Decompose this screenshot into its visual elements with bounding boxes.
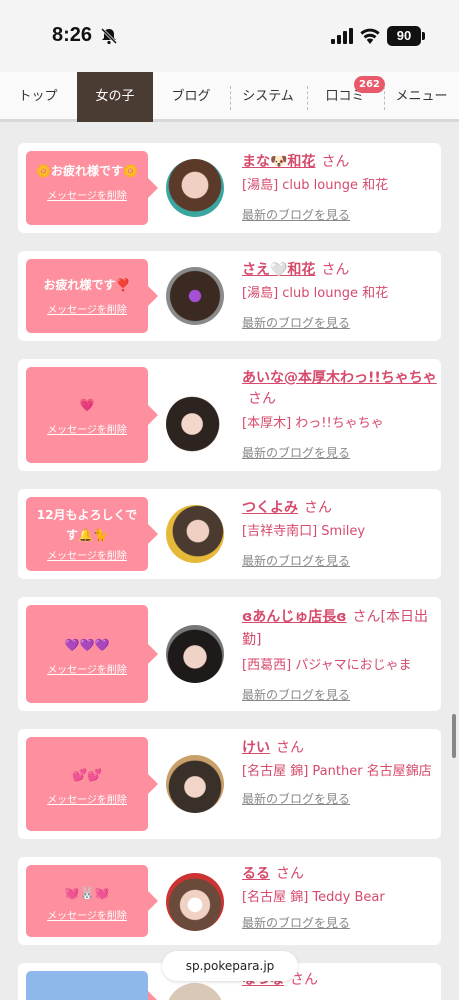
latest-blog-link[interactable]: 最新のブログを見る	[242, 314, 437, 331]
delete-message-link[interactable]: メッセージを削除	[26, 187, 148, 202]
message-text: 🌼お疲れ様です🌼	[36, 164, 138, 178]
avatar[interactable]	[166, 267, 224, 325]
message-bubble: 💓🐰💓 メッセージを削除	[26, 865, 158, 937]
girl-name-link[interactable]: さえ🤍和花	[242, 262, 315, 278]
avatar[interactable]	[166, 873, 224, 931]
avatar[interactable]	[166, 159, 224, 217]
girl-info: つくよみ さん [吉祥寺南口] Smiley 最新のブログを見る	[242, 497, 437, 569]
girl-card: 💓🐰💓 メッセージを削除 るる さん [名古屋 錦] Teddy Bear 最新の…	[18, 857, 441, 945]
girl-name-link[interactable]: あいな@本厚木わっ!!ちゃちゃ	[242, 370, 437, 386]
delete-message-link[interactable]: メッセージを削除	[26, 907, 148, 922]
message-bubble: 🌼お疲れ様です🌼 メッセージを削除	[26, 151, 158, 225]
girl-info: さえ🤍和花 さん [湯島] club lounge 和花 最新のブログを見る	[242, 259, 437, 331]
latest-blog-link[interactable]: 最新のブログを見る	[242, 914, 437, 931]
cellular-signal-icon	[331, 28, 353, 44]
delete-message-link[interactable]: メッセージを削除	[26, 661, 148, 676]
message-text: 12月もよろしくです🔔🐈	[36, 508, 138, 542]
status-bar: 8:26 90	[0, 0, 459, 72]
scrollbar[interactable]	[452, 714, 456, 758]
latest-blog-link[interactable]: 最新のブログを見る	[242, 444, 437, 461]
tab-menu[interactable]: メニュー	[384, 72, 459, 122]
girl-name-link[interactable]: つくよみ	[242, 500, 298, 516]
message-bubble: 💗 メッセージを削除	[26, 367, 158, 463]
shop-name: [名古屋 錦] Teddy Bear	[242, 890, 385, 905]
tab-girls[interactable]: 女の子	[77, 72, 153, 122]
girl-name-link[interactable]: るる	[242, 866, 270, 882]
girl-card: お疲れ様です❣️ メッセージを削除 さえ🤍和花 さん [湯島] club loun…	[18, 251, 441, 341]
honorific: さん	[321, 262, 350, 278]
girl-info: ɞあんじゅ店長ɞ さん[本日出勤] [西葛西] パジャマにおじゃま 最新のブログを…	[242, 605, 437, 703]
message-bubble	[26, 971, 158, 1000]
girl-name-link[interactable]: まな🐶和花	[242, 154, 315, 170]
shop-name: [湯島] club lounge 和花	[242, 286, 389, 301]
shop-name: [本厚木] わっ!!ちゃちゃ	[242, 416, 384, 431]
latest-blog-link[interactable]: 最新のブログを見る	[242, 790, 437, 807]
girl-name-link[interactable]: ɞあんじゅ店長ɞ	[242, 609, 346, 625]
honorific: さん	[276, 740, 304, 756]
girl-card: 💜💜💜 メッセージを削除 ɞあんじゅ店長ɞ さん[本日出勤] [西葛西] パジャマ…	[18, 597, 441, 711]
avatar[interactable]	[166, 755, 224, 813]
girl-info: あいな@本厚木わっ!!ちゃちゃさん [本厚木] わっ!!ちゃちゃ 最新のブログを…	[242, 367, 437, 461]
latest-blog-link[interactable]: 最新のブログを見る	[242, 552, 437, 569]
status-time: 8:26	[52, 24, 93, 46]
message-text: 💓🐰💓	[64, 886, 110, 900]
url-bar[interactable]: sp.pokepara.jp	[162, 951, 298, 981]
delete-message-link[interactable]: メッセージを削除	[26, 547, 148, 562]
battery-icon: 90	[387, 26, 425, 46]
tab-blog[interactable]: ブログ	[153, 72, 229, 122]
message-text: 💕💕	[72, 768, 102, 782]
girl-info: けい さん [名古屋 錦] Panther 名古屋錦店 最新のブログを見る	[242, 737, 437, 807]
message-text: 💜💜💜	[64, 638, 110, 652]
honorific: さん	[304, 500, 332, 516]
bell-slash-icon	[100, 27, 118, 45]
avatar[interactable]	[166, 395, 224, 453]
reviews-count-badge: 262	[354, 76, 385, 93]
girl-name-link[interactable]: けい	[242, 740, 270, 756]
tab-system[interactable]: システム	[230, 72, 306, 122]
girl-card: 💗 メッセージを削除 あいな@本厚木わっ!!ちゃちゃさん [本厚木] わっ!!ち…	[18, 359, 441, 471]
girl-card: 💕💕 メッセージを削除 けい さん [名古屋 錦] Panther 名古屋錦店 最…	[18, 729, 441, 839]
message-text: お疲れ様です❣️	[43, 278, 131, 292]
message-text: 💗	[79, 398, 95, 412]
girl-info: まな🐶和花 さん [湯島] club lounge 和花 最新のブログを見る	[242, 151, 437, 223]
wifi-icon	[360, 28, 380, 44]
girl-card: 12月もよろしくです🔔🐈 メッセージを削除 つくよみ さん [吉祥寺南口] Smi…	[18, 489, 441, 579]
girl-info: るる さん [名古屋 錦] Teddy Bear 最新のブログを見る	[242, 863, 437, 931]
message-bubble: 12月もよろしくです🔔🐈 メッセージを削除	[26, 497, 158, 571]
shop-name: [吉祥寺南口] Smiley	[242, 524, 366, 539]
shop-name: [西葛西] パジャマにおじゃま	[242, 658, 412, 673]
message-bubble: 💕💕 メッセージを削除	[26, 737, 158, 831]
girl-card: 🌼お疲れ様です🌼 メッセージを削除 まな🐶和花 さん [湯島] club loun…	[18, 143, 441, 233]
avatar[interactable]	[166, 625, 224, 683]
honorific: さん	[276, 866, 304, 882]
message-bubble: お疲れ様です❣️ メッセージを削除	[26, 259, 158, 333]
delete-message-link[interactable]: メッセージを削除	[26, 791, 148, 806]
message-bubble: 💜💜💜 メッセージを削除	[26, 605, 158, 703]
delete-message-link[interactable]: メッセージを削除	[26, 301, 148, 316]
latest-blog-link[interactable]: 最新のブログを見る	[242, 686, 437, 703]
honorific: さん	[248, 391, 276, 407]
honorific: さん	[321, 154, 350, 170]
tab-top[interactable]: トップ	[0, 72, 76, 122]
shop-name: [湯島] club lounge 和花	[242, 178, 389, 193]
shop-name: [名古屋 錦] Panther 名古屋錦店	[242, 764, 432, 779]
avatar[interactable]	[166, 983, 224, 1000]
nav-tabbar: トップ 女の子 ブログ システム 口コミ 262 メニュー	[0, 72, 459, 122]
latest-blog-link[interactable]: 最新のブログを見る	[242, 206, 437, 223]
avatar[interactable]	[166, 505, 224, 563]
delete-message-link[interactable]: メッセージを削除	[26, 421, 148, 436]
